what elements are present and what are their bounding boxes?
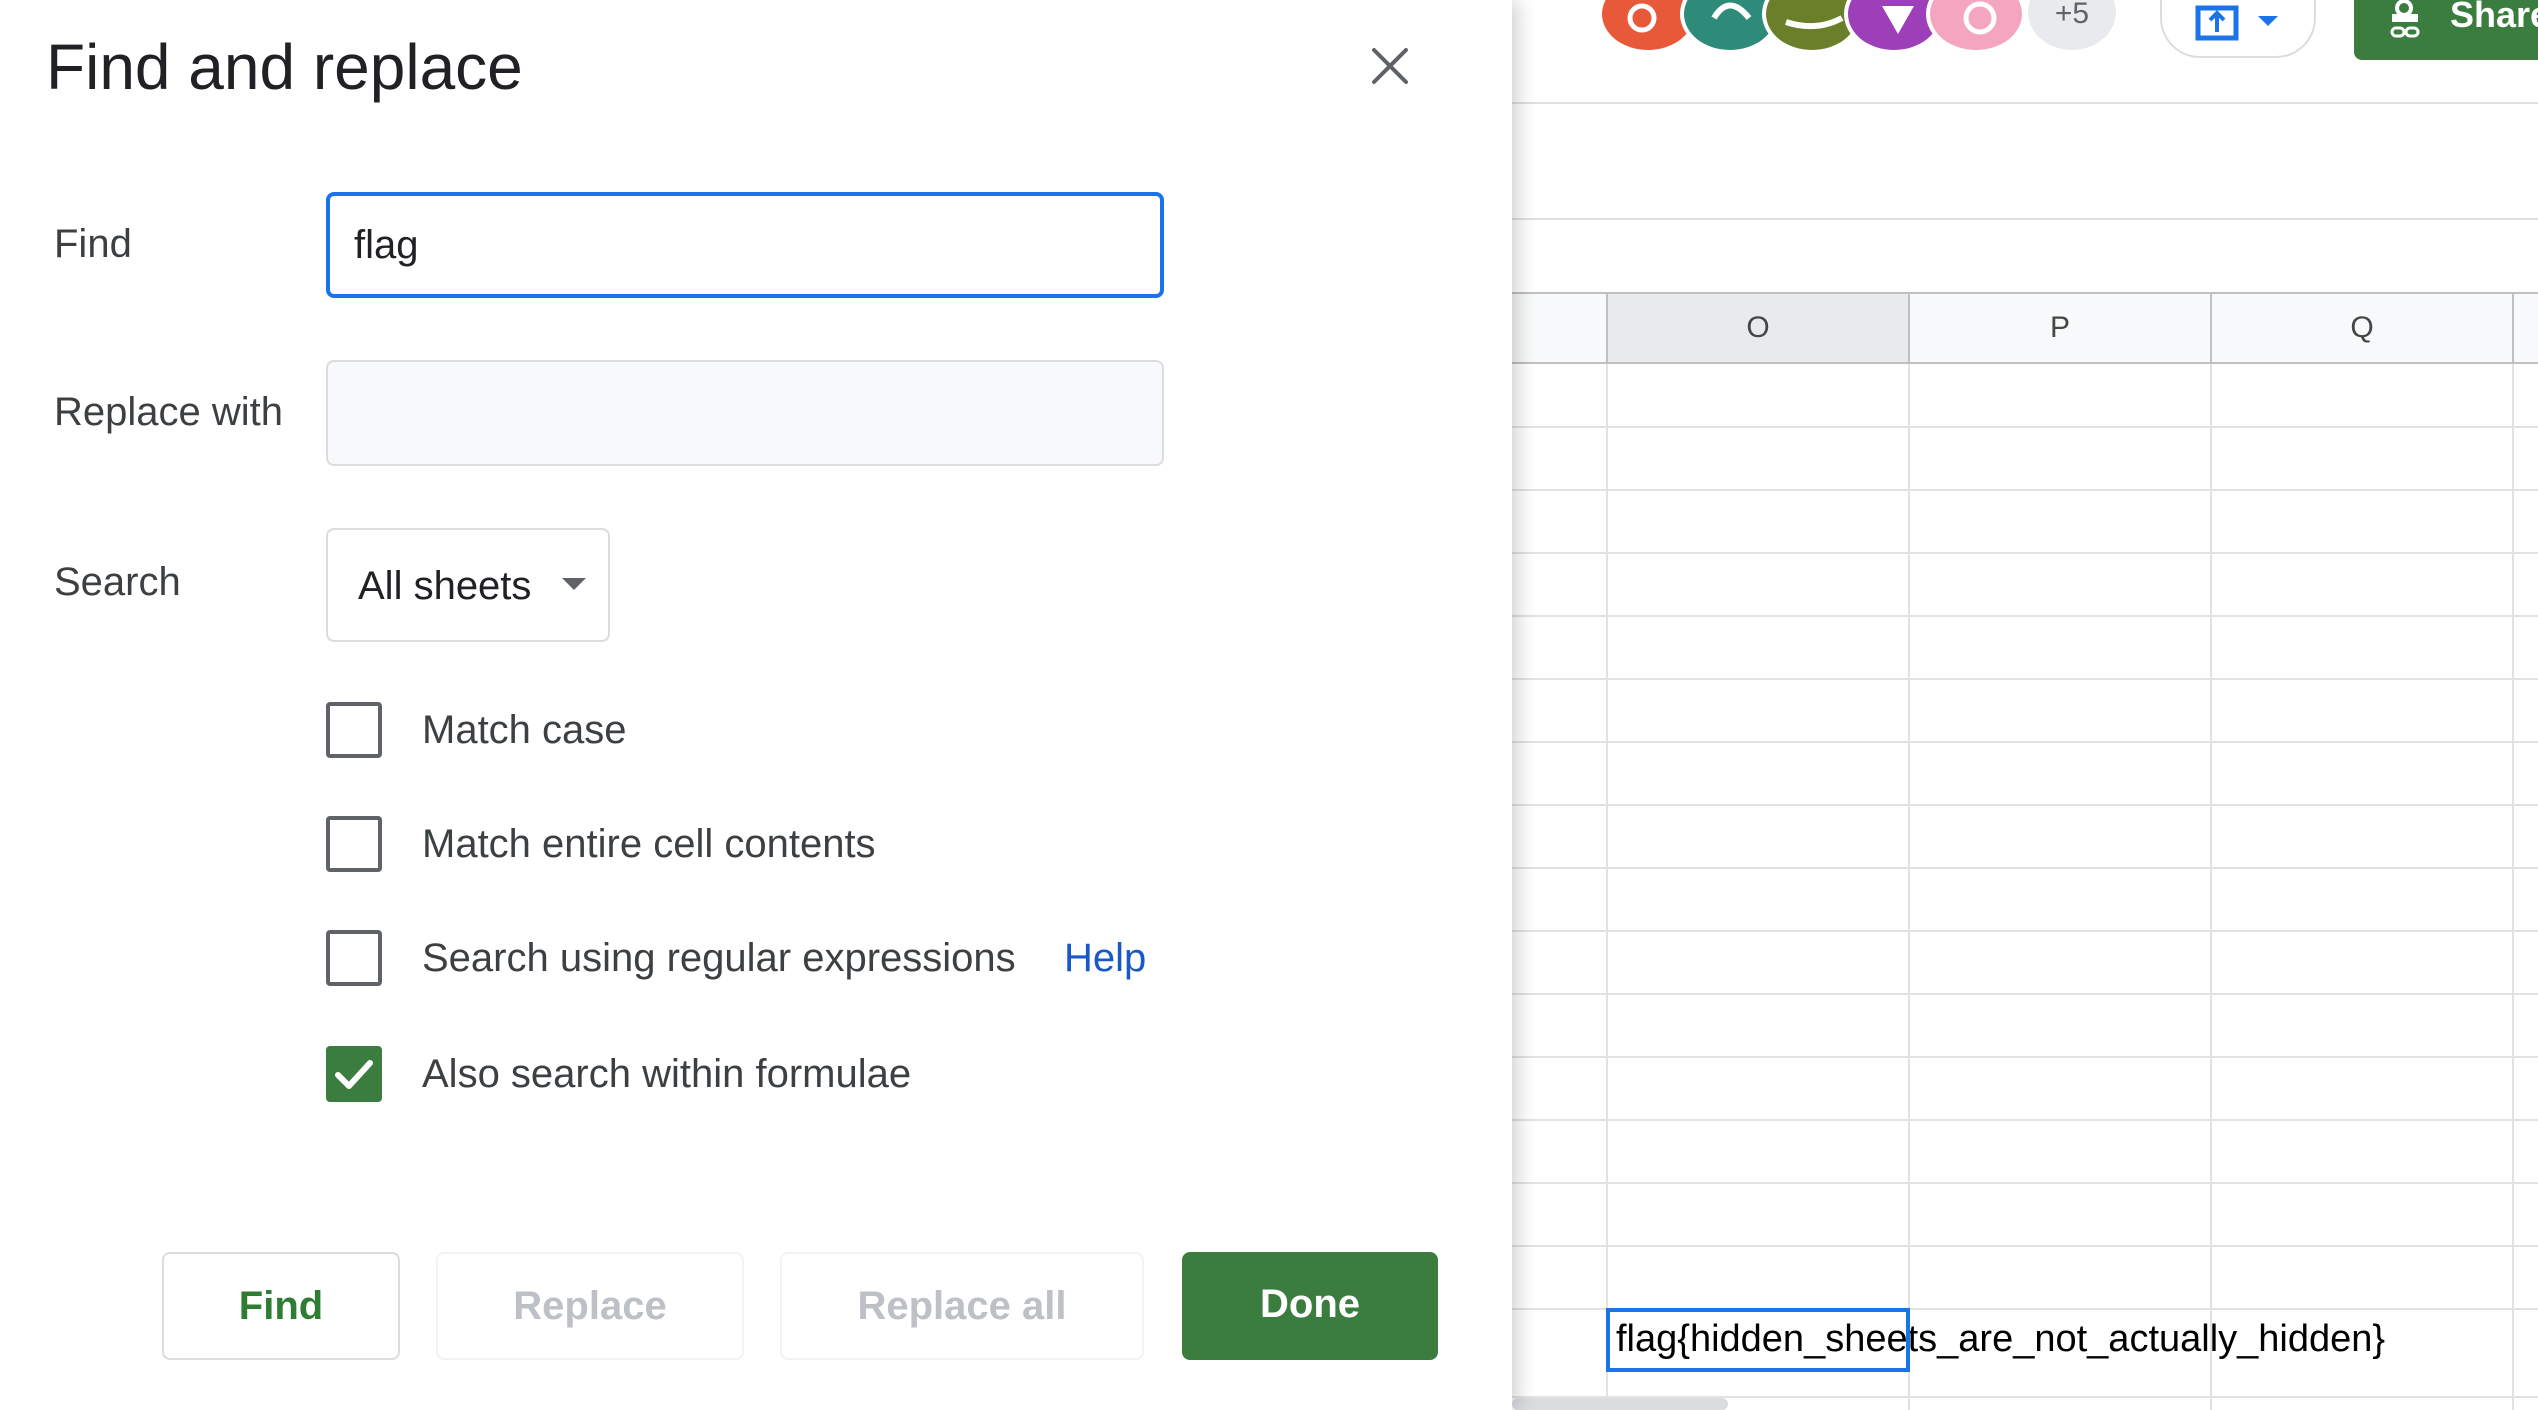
share-button[interactable]: Share	[2354, 0, 2538, 60]
search-label: Search	[54, 560, 181, 604]
replace-input[interactable]	[326, 360, 1164, 466]
replace-button[interactable]: Replace	[436, 1252, 744, 1360]
grid-line	[1512, 552, 2538, 554]
find-input[interactable]	[326, 192, 1164, 298]
grid-line	[1512, 930, 2538, 932]
find-label: Find	[54, 222, 132, 266]
grid-line	[1606, 364, 1608, 1410]
find-replace-dialog: Find and replace Find Replace with Searc…	[0, 0, 1512, 1410]
close-icon	[1372, 48, 1408, 84]
grid-line	[1512, 678, 2538, 680]
grid-line	[1908, 364, 1910, 1410]
grid-line	[1512, 489, 2538, 491]
more-collaborators-badge[interactable]: +5	[2024, 0, 2120, 54]
replace-label: Replace with	[54, 390, 284, 434]
checkmark-icon	[335, 1060, 373, 1089]
present-icon	[2195, 5, 2278, 41]
grid-line	[2512, 364, 2514, 1410]
search-formulae-checkbox[interactable]	[326, 1046, 382, 1102]
grid-line	[2210, 364, 2212, 1410]
match-case-checkbox[interactable]	[326, 702, 382, 758]
close-button[interactable]	[1360, 36, 1420, 96]
spreadsheet-area: +5 Share O P Q	[1512, 0, 2538, 1410]
column-header-r[interactable]	[2512, 294, 2538, 362]
find-button[interactable]: Find	[162, 1252, 400, 1360]
column-header-p[interactable]: P	[1908, 294, 2210, 362]
toolbar-divider	[1512, 102, 2538, 104]
share-label: Share	[2450, 0, 2538, 35]
option-label: Match case	[422, 708, 627, 752]
app-window: +5 Share O P Q	[0, 0, 2538, 1410]
regex-checkbox[interactable]	[326, 930, 382, 986]
grid-line	[1512, 615, 2538, 617]
grid-line	[1512, 993, 2538, 995]
grid-line	[1512, 1119, 2538, 1121]
grid-line	[1512, 1182, 2538, 1184]
lock-link-icon	[2390, 0, 2420, 38]
dialog-title: Find and replace	[46, 31, 523, 103]
option-label: Also search within formulae	[422, 1052, 912, 1096]
grid-line	[1512, 1056, 2538, 1058]
formula-bar-divider	[1512, 218, 2538, 220]
grid-line	[1512, 867, 2538, 869]
grid-line	[1512, 426, 2538, 428]
search-scope-value: All sheets	[358, 564, 532, 608]
grid-line	[1512, 1245, 2538, 1247]
pig-icon	[1963, 1, 1997, 35]
column-header-row: O P Q	[1512, 292, 2538, 364]
present-button[interactable]	[2160, 0, 2316, 58]
help-link[interactable]: Help	[1064, 936, 1146, 981]
caret-down-icon	[562, 578, 586, 590]
replace-all-button[interactable]: Replace all	[780, 1252, 1144, 1360]
column-header-o[interactable]: O	[1606, 294, 1908, 362]
column-header-q[interactable]: Q	[2210, 294, 2512, 362]
search-scope-dropdown[interactable]: All sheets	[326, 528, 610, 642]
match-entire-cell-checkbox[interactable]	[326, 816, 382, 872]
option-label: Search using regular expressions	[422, 936, 1016, 980]
option-label: Match entire cell contents	[422, 822, 876, 866]
collaborator-avatar[interactable]	[1926, 0, 2026, 54]
grid-line	[1512, 804, 2538, 806]
grid-line	[1512, 741, 2538, 743]
selected-cell[interactable]	[1606, 1308, 1910, 1372]
horizontal-scrollbar[interactable]	[1512, 1398, 1728, 1410]
done-button[interactable]: Done	[1182, 1252, 1438, 1360]
